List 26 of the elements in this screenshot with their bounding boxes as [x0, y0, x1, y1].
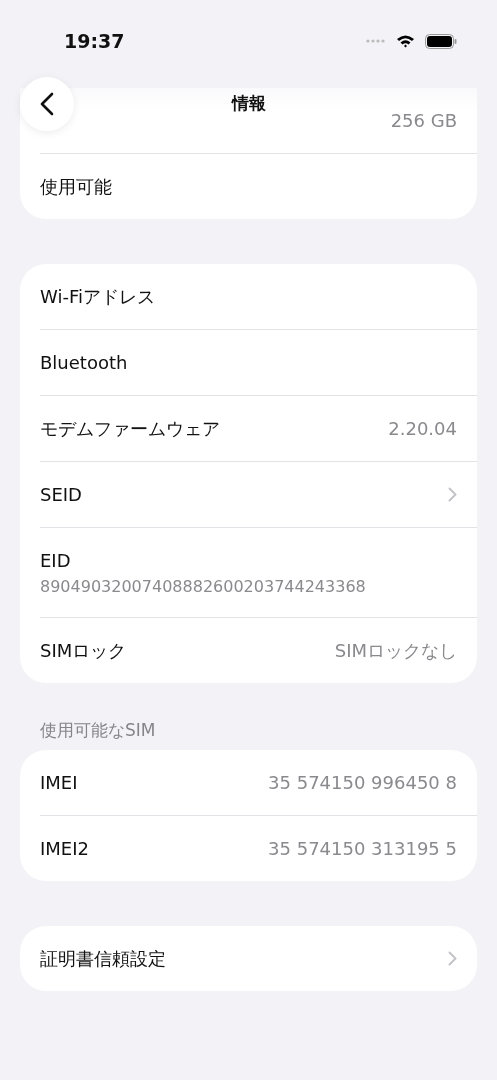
- battery-icon: [425, 33, 457, 49]
- status-time: 19:37: [64, 30, 125, 52]
- chevron-right-icon: [448, 487, 457, 502]
- row-value: SIMロックなし: [334, 638, 457, 663]
- row-value: 256 GB: [390, 110, 457, 131]
- chevron-left-icon: [40, 92, 54, 116]
- wifi-icon: [396, 34, 415, 48]
- chevron-right-icon: [448, 951, 457, 966]
- row-value: 2.20.04: [388, 418, 457, 439]
- row-value: 35 574150 313195 5: [268, 838, 457, 859]
- signal-icon: [366, 39, 386, 43]
- page-title: 情報: [231, 92, 266, 115]
- back-button[interactable]: [20, 77, 74, 131]
- row-label: 使用可能: [40, 174, 112, 199]
- row-label: Wi-Fiアドレス: [40, 284, 155, 309]
- row-label: Bluetooth: [40, 352, 128, 373]
- row-label: SIMロック: [40, 638, 127, 663]
- row-label: SEID: [40, 484, 82, 505]
- row-label: 証明書信頼設定: [40, 946, 166, 971]
- row-value: 35 574150 996450 8: [268, 772, 457, 793]
- row-label: IMEI2: [40, 838, 89, 859]
- row-label: モデムファームウェア: [40, 416, 220, 441]
- section-header: 使用可能なSIM: [40, 719, 157, 742]
- row-label: EID: [40, 549, 72, 571]
- row-value: 89049032007408882600203744243368: [40, 576, 366, 596]
- row-label: IMEI: [40, 772, 78, 793]
